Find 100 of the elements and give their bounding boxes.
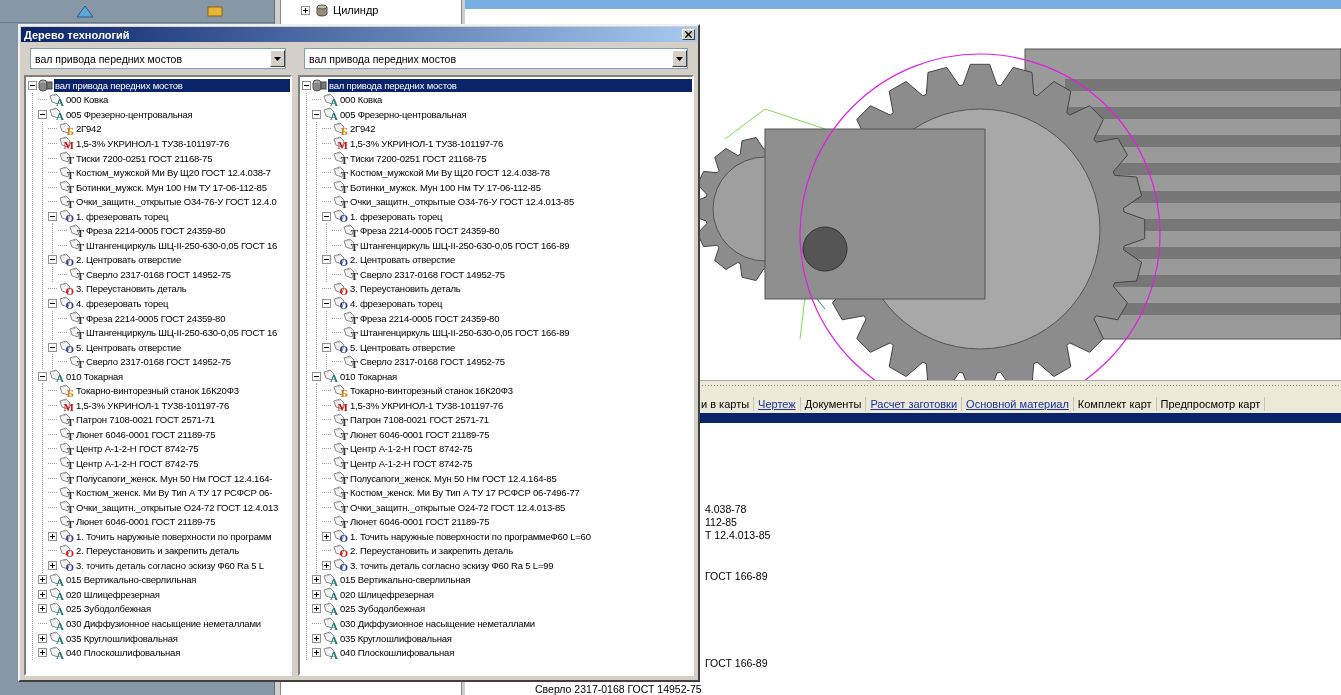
tree-item[interactable]: Костюм_мужской Ми Ву Щ20 ГОСТ 12.4.038-7	[75, 166, 290, 180]
tree-item[interactable]: 1. Точить наружные поверхности по программеФ60 L=60	[349, 529, 692, 543]
tree-item[interactable]: 1,5-3% УКРИНОЛ-1 ТУ38-101197-76	[349, 136, 692, 150]
tree-item[interactable]: 1,5-3% УКРИНОЛ-1 ТУ38-101197-76	[75, 398, 290, 412]
tree-item[interactable]: 2Г942	[349, 122, 692, 136]
tree-item[interactable]: Фреза 2214-0005 ГОСТ 24359-80	[359, 224, 692, 238]
tree-item[interactable]: 4. фрезеровать торец	[349, 296, 692, 310]
tree-item[interactable]: Ботинки_мужск. Мун 100 Нм ТУ 17-06-112-85	[349, 180, 692, 194]
tree-item[interactable]: Цилиндр	[333, 4, 379, 16]
tree-item[interactable]: Патрон 7108-0021 ГОСТ 2571-71	[75, 413, 290, 427]
expand-toggle[interactable]	[312, 575, 321, 585]
expand-toggle[interactable]	[48, 211, 57, 221]
tab-link[interactable]: Чертеж	[754, 397, 801, 411]
tree-item[interactable]: 020 Шлицефрезерная	[339, 587, 692, 601]
tree-item[interactable]: Люнет 6046-0001 ГОСТ 21189-75	[349, 427, 692, 441]
tree-item[interactable]: 020 Шлицефрезерная	[65, 587, 290, 601]
expand-toggle[interactable]	[48, 255, 57, 265]
tree-item[interactable]: Костюм_мужской Ми Ву Щ20 ГОСТ 12.4.038-78	[349, 166, 692, 180]
tree-item[interactable]: 035 Круглошлифовальная	[65, 631, 290, 645]
expand-toggle[interactable]	[312, 371, 321, 381]
expand-toggle[interactable]	[312, 109, 321, 119]
tree-item[interactable]: 3. Переустановить деталь	[75, 282, 290, 296]
expand-toggle[interactable]	[322, 211, 331, 221]
tree-item[interactable]: 035 Круглошлифовальная	[339, 631, 692, 645]
tree-item[interactable]: Штангенциркуль ШЦ-II-250-630-0,05 ГОСТ 16	[85, 326, 290, 340]
tree-item[interactable]: 2. Центровать отверстие	[75, 253, 290, 267]
tree-item[interactable]: Люнет 6046-0001 ГОСТ 21189-75	[75, 427, 290, 441]
tree-item[interactable]: Костюм_женск. Ми Ву Тип А ТУ 17 РСФСР 06-	[75, 486, 290, 500]
tree-item[interactable]: 040 Плоскошлифовальная	[65, 646, 290, 660]
expand-toggle[interactable]	[312, 604, 321, 614]
tab[interactable]: Предпросмотр карт	[1156, 397, 1266, 411]
tree-item[interactable]: Штангенциркуль ШЦ-II-250-630-0,05 ГОСТ 166-89	[359, 326, 692, 340]
expand-toggle[interactable]	[312, 648, 321, 658]
tree-item[interactable]: 2. Переустановить и закрепить деталь	[349, 544, 692, 558]
tree-item[interactable]: Центр А-1-2-Н ГОСТ 8742-75	[349, 442, 692, 456]
tree-item[interactable]: 2. Переустановить и закрепить деталь	[75, 544, 290, 558]
tree-item[interactable]: 015 Вертикально-сверлильная	[65, 573, 290, 587]
tab-link[interactable]: Расчет заготовки	[866, 397, 963, 411]
tree-item[interactable]: Токарно-винторезный станок 16К20Ф3	[349, 384, 692, 398]
tree-item[interactable]: Штангенциркуль ШЦ-II-250-630-0,05 ГОСТ 166-89	[359, 238, 692, 252]
expand-toggle[interactable]	[322, 342, 331, 352]
tree-item[interactable]: Фреза 2214-0005 ГОСТ 24359-80	[85, 311, 290, 325]
dropdown-button[interactable]	[270, 50, 285, 67]
tree-item[interactable]: 040 Плоскошлифовальная	[339, 646, 692, 660]
dropdown-field[interactable]: вал привода передних мостов	[30, 48, 286, 69]
tree-item[interactable]: 030 Диффузионное насыщение неметаллами	[339, 617, 692, 630]
expand-toggle[interactable]	[38, 589, 47, 599]
expand-toggle[interactable]	[48, 298, 57, 308]
tree-item[interactable]: Люнет 6046-0001 ГОСТ 21189-75	[349, 515, 692, 529]
tree-item[interactable]: Центр А-1-2-Н ГОСТ 8742-75	[75, 442, 290, 456]
expand-toggle[interactable]	[48, 531, 57, 541]
tree-item[interactable]: 025 Зубодолбежная	[65, 602, 290, 616]
tree-item[interactable]: 3. точить деталь согласно эскизу Ф60 Ra 5 L	[75, 558, 290, 572]
tree-item[interactable]: вал привода передних мостов	[54, 78, 290, 92]
tree-item[interactable]: Очки_защитн._открытые О24-72 ГОСТ 12.4.013-85	[349, 500, 692, 514]
tab[interactable]: Комплект карт	[1073, 397, 1157, 411]
tree-item[interactable]: 000 Ковка	[339, 93, 692, 107]
tree-item[interactable]: 5. Центровать отверстие	[75, 340, 290, 354]
tree-item[interactable]: 010 Токарная	[339, 369, 692, 383]
tree-item[interactable]: Центр А-1-2-Н ГОСТ 8742-75	[75, 457, 290, 470]
tree-item[interactable]: Ботинки_мужск. Мун 100 Нм ТУ 17-06-112-85	[75, 180, 290, 194]
tree-item[interactable]: 1. фрезеровать торец	[75, 209, 290, 223]
expand-toggle[interactable]	[48, 560, 57, 570]
expand-toggle[interactable]	[38, 109, 47, 119]
tree-item[interactable]: вал привода передних мостов	[328, 78, 692, 92]
tree-item[interactable]: 1,5-3% УКРИНОЛ-1 ТУ38-101197-76	[75, 136, 290, 150]
tree-item[interactable]: Центр А-1-2-Н ГОСТ 8742-75	[349, 457, 692, 470]
tree-item[interactable]: 3. Переустановить деталь	[349, 282, 692, 296]
expand-toggle[interactable]	[38, 575, 47, 585]
expand-toggle[interactable]	[322, 255, 331, 265]
tree-item[interactable]: 030 Диффузионное насыщение неметаллами	[65, 617, 290, 630]
tree-item[interactable]: Люнет 6046-0001 ГОСТ 21189-75	[75, 515, 290, 529]
tree-item[interactable]: Очки_защитн._открытые О34-76-У ГОСТ 12.4.013-85	[349, 195, 692, 209]
tree-item[interactable]: Сверло 2317-0168 ГОСТ 14952-75	[85, 355, 290, 369]
tree-item[interactable]: Тиски 7200-0251 ГОСТ 21168-75	[349, 151, 692, 165]
tree-item[interactable]: 005 Фрезерно-центровальная	[339, 107, 692, 121]
tree-item[interactable]: Сверло 2317-0168 ГОСТ 14952-75	[85, 267, 290, 281]
tree-item[interactable]: Тиски 7200-0251 ГОСТ 21168-75	[75, 151, 290, 165]
expand-toggle[interactable]	[38, 633, 47, 643]
tab[interactable]: Документы	[800, 397, 867, 411]
tree-item[interactable]: 2Г942	[75, 122, 290, 136]
dropdown-field[interactable]: вал привода передних мостов	[304, 48, 688, 69]
tab-link[interactable]: Основной материал	[962, 397, 1074, 411]
tree-item[interactable]: 3. точить деталь согласно эскизу Ф60 Ra 5 L=99	[349, 558, 692, 572]
expand-toggle[interactable]	[312, 589, 321, 599]
expand-toggle[interactable]	[302, 80, 311, 90]
tree-item[interactable]: Сверло 2317-0168 ГОСТ 14952-75	[359, 355, 692, 369]
expand-toggle[interactable]	[48, 342, 57, 352]
tree-item[interactable]: Полусапоги_женск. Мун 50 Нм ГОСТ 12.4.164-85	[349, 471, 692, 485]
close-button[interactable]	[682, 29, 695, 40]
tree-item[interactable]: Очки_защитн._открытые О34-76-У ГОСТ 12.4.0	[75, 195, 290, 209]
tree-item[interactable]: 5. Центровать отверстие	[349, 340, 692, 354]
tree-item[interactable]: Полусапоги_женск. Мун 50 Нм ГОСТ 12.4.164-	[75, 471, 290, 485]
expand-toggle[interactable]	[38, 604, 47, 614]
tree-item[interactable]: Токарно-винторезный станок 16К20Ф3	[75, 384, 290, 398]
tree-item[interactable]: 015 Вертикально-сверлильная	[339, 573, 692, 587]
expand-toggle[interactable]	[312, 633, 321, 643]
expand-toggle[interactable]	[38, 371, 47, 381]
expand-toggle[interactable]	[322, 531, 331, 541]
tree-item[interactable]: 2. Центровать отверстие	[349, 253, 692, 267]
